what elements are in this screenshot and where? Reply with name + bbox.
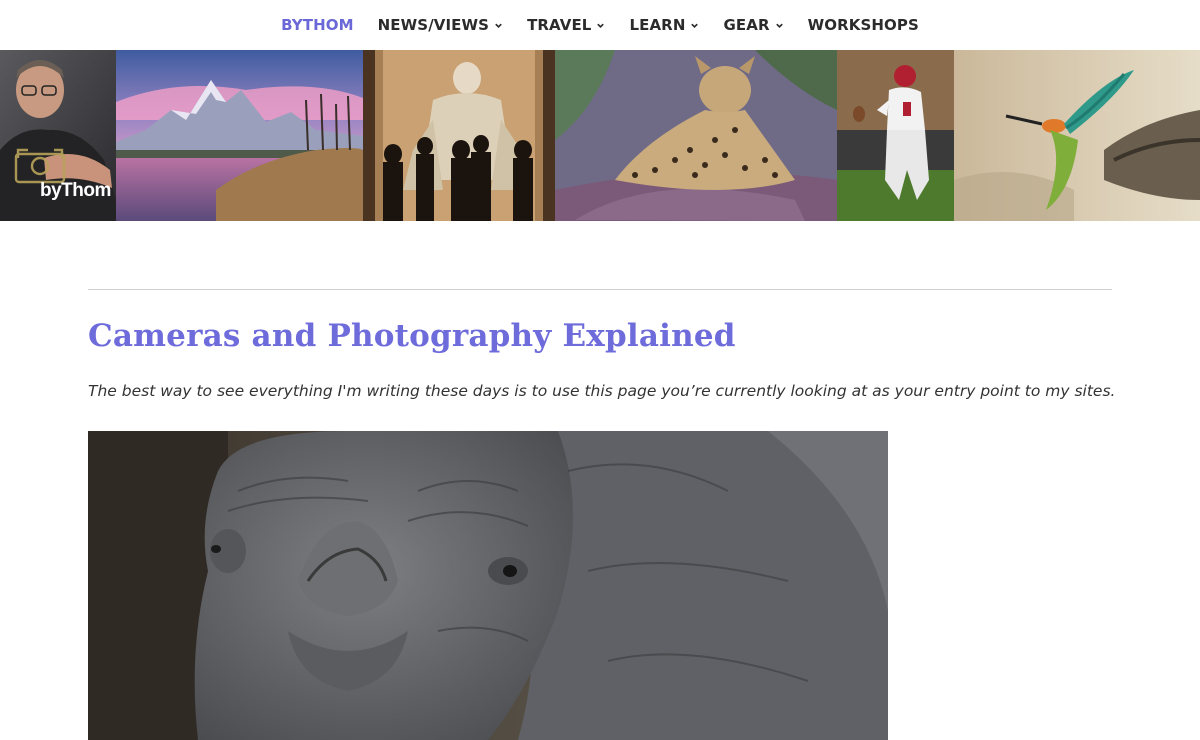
main-nav: BYTHOM NEWS/VIEWS TRAVEL LEARN GEAR WORK… (0, 0, 1200, 50)
bird-photo[interactable] (954, 50, 1200, 221)
nav-item-travel[interactable]: TRAVEL (527, 16, 605, 34)
football-player-photo[interactable] (837, 50, 954, 221)
leopard-photo[interactable] (555, 50, 837, 221)
nav-item-bythom[interactable]: BYTHOM (281, 16, 354, 34)
lincoln-memorial-photo[interactable] (363, 50, 555, 221)
chevron-down-icon (775, 21, 784, 30)
intro-text: The best way to see everything I'm writi… (88, 382, 1116, 400)
header-banner: byThom (0, 50, 1200, 221)
chevron-down-icon (596, 21, 605, 30)
nav-item-label: LEARN (629, 16, 686, 34)
nav-item-label: NEWS/VIEWS (377, 16, 490, 34)
divider (88, 289, 1112, 290)
portrait-photo[interactable]: byThom (0, 50, 116, 221)
nav-item-label: TRAVEL (527, 16, 592, 34)
chevron-down-icon (690, 21, 699, 30)
nav-item-learn[interactable]: LEARN (629, 16, 699, 34)
nav-item-label: BYTHOM (281, 16, 354, 34)
nav-item-gear[interactable]: GEAR (723, 16, 783, 34)
nav-item-news-views[interactable]: NEWS/VIEWS (378, 16, 503, 34)
nav-item-workshops[interactable]: WORKSHOPS (808, 16, 919, 34)
mountain-lake-photo[interactable] (116, 50, 363, 221)
chevron-down-icon (494, 21, 503, 30)
page-title: Cameras and Photography Explained (88, 318, 736, 354)
nav-item-label: WORKSHOPS (807, 16, 919, 34)
bythom-logo-text: byThom (40, 180, 111, 201)
rhino-photo[interactable] (88, 431, 888, 740)
nav-item-label: GEAR (723, 16, 770, 34)
